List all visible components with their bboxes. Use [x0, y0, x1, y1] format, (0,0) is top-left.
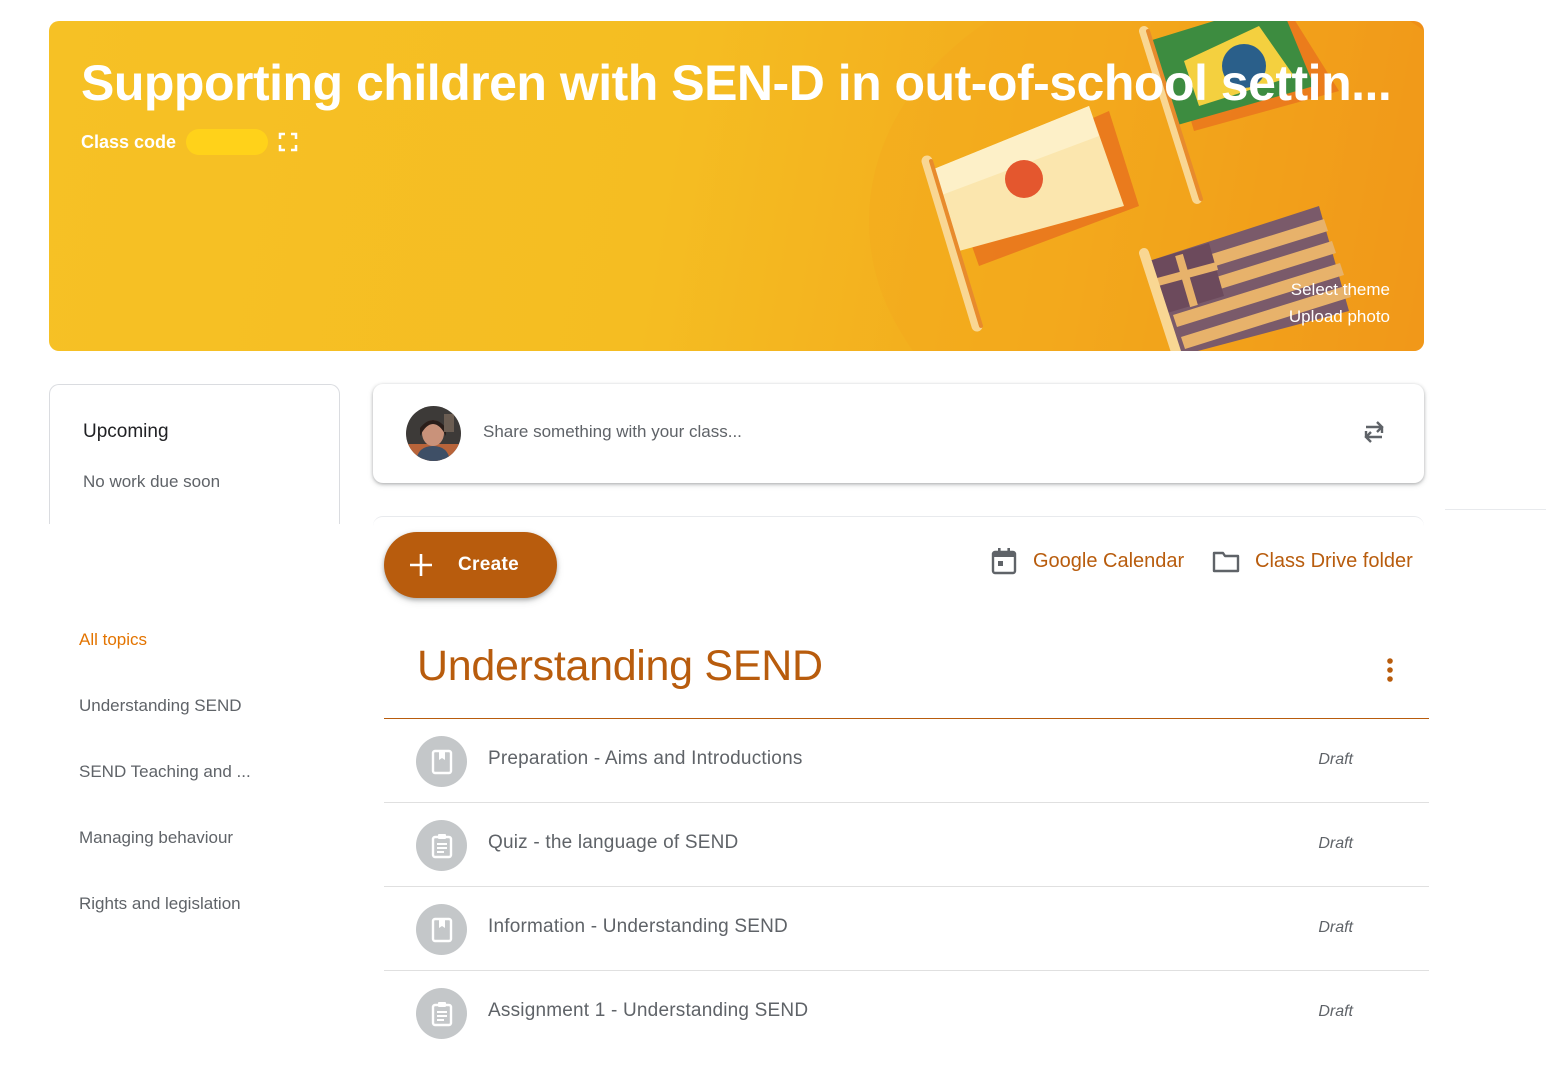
google-calendar-link[interactable]: Google Calendar [989, 544, 1184, 578]
side-divider [1445, 509, 1546, 510]
more-options-icon[interactable] [1376, 656, 1404, 684]
create-button-label: Create [458, 554, 519, 575]
item-status: Draft [1318, 919, 1353, 936]
calendar-icon [991, 548, 1017, 575]
class-code: Class code [81, 129, 298, 155]
topics-nav: All topics Understanding SEND SEND Teach… [79, 627, 339, 957]
item-status: Draft [1318, 751, 1353, 768]
material-icon [416, 904, 467, 955]
item-title: Information - Understanding SEND [488, 916, 788, 937]
topic-nav-managing-behaviour[interactable]: Managing behaviour [79, 825, 339, 891]
upcoming-title: Upcoming [83, 421, 169, 442]
topic-nav-all-topics[interactable]: All topics [79, 627, 339, 693]
plus-icon [410, 554, 432, 576]
google-calendar-label: Google Calendar [1033, 549, 1185, 572]
list-item[interactable]: Quiz - the language of SEND Draft [384, 803, 1429, 887]
material-icon [416, 736, 467, 787]
class-drive-folder-link[interactable]: Class Drive folder [1211, 544, 1413, 578]
class-code-value [186, 129, 269, 155]
list-item[interactable]: Information - Understanding SEND Draft [384, 887, 1429, 971]
class-code-label: Class code [81, 131, 177, 152]
item-title: Preparation - Aims and Introductions [488, 748, 803, 769]
topic-header: Understanding SEND [384, 636, 1429, 719]
classroom-page: Supporting children with SEN-D in out-of… [0, 0, 1567, 1081]
topic-nav-understanding-send[interactable]: Understanding SEND [79, 693, 339, 759]
item-status: Draft [1318, 835, 1353, 852]
share-box[interactable]: Share something with your class... [373, 384, 1424, 483]
upload-photo-link[interactable]: Upload photo [1289, 303, 1390, 330]
assignment-icon [416, 820, 467, 871]
topic-title: Understanding SEND [417, 642, 823, 690]
banner-links: Select theme Upload photo [1289, 276, 1390, 330]
section-divider [373, 516, 1424, 528]
avatar [406, 406, 461, 461]
class-drive-folder-label: Class Drive folder [1255, 549, 1413, 572]
upcoming-card: Upcoming No work due soon [49, 384, 340, 524]
assignment-icon [416, 988, 467, 1039]
class-title: Supporting children with SEN-D in out-of… [81, 55, 1391, 111]
topic-item-list: Preparation - Aims and Introductions Dra… [384, 719, 1429, 1055]
class-banner: Supporting children with SEN-D in out-of… [49, 21, 1424, 351]
list-item[interactable]: Preparation - Aims and Introductions Dra… [384, 719, 1429, 803]
user-avatar-image [406, 406, 461, 461]
create-button[interactable]: Create [384, 532, 557, 598]
share-input[interactable]: Share something with your class... [483, 422, 742, 442]
folder-icon [1212, 551, 1240, 573]
item-title: Quiz - the language of SEND [488, 832, 739, 853]
item-status: Draft [1318, 1003, 1353, 1020]
item-title: Assignment 1 - Understanding SEND [488, 1000, 809, 1021]
repost-icon[interactable] [1359, 417, 1389, 447]
topic-nav-rights-legislation[interactable]: Rights and legislation [79, 891, 339, 957]
upcoming-empty-text: No work due soon [83, 472, 221, 491]
list-item[interactable]: Assignment 1 - Understanding SEND Draft [384, 971, 1429, 1055]
topic-nav-send-teaching[interactable]: SEND Teaching and ... [79, 759, 339, 825]
fullscreen-icon[interactable] [278, 132, 298, 152]
select-theme-link[interactable]: Select theme [1289, 276, 1390, 303]
